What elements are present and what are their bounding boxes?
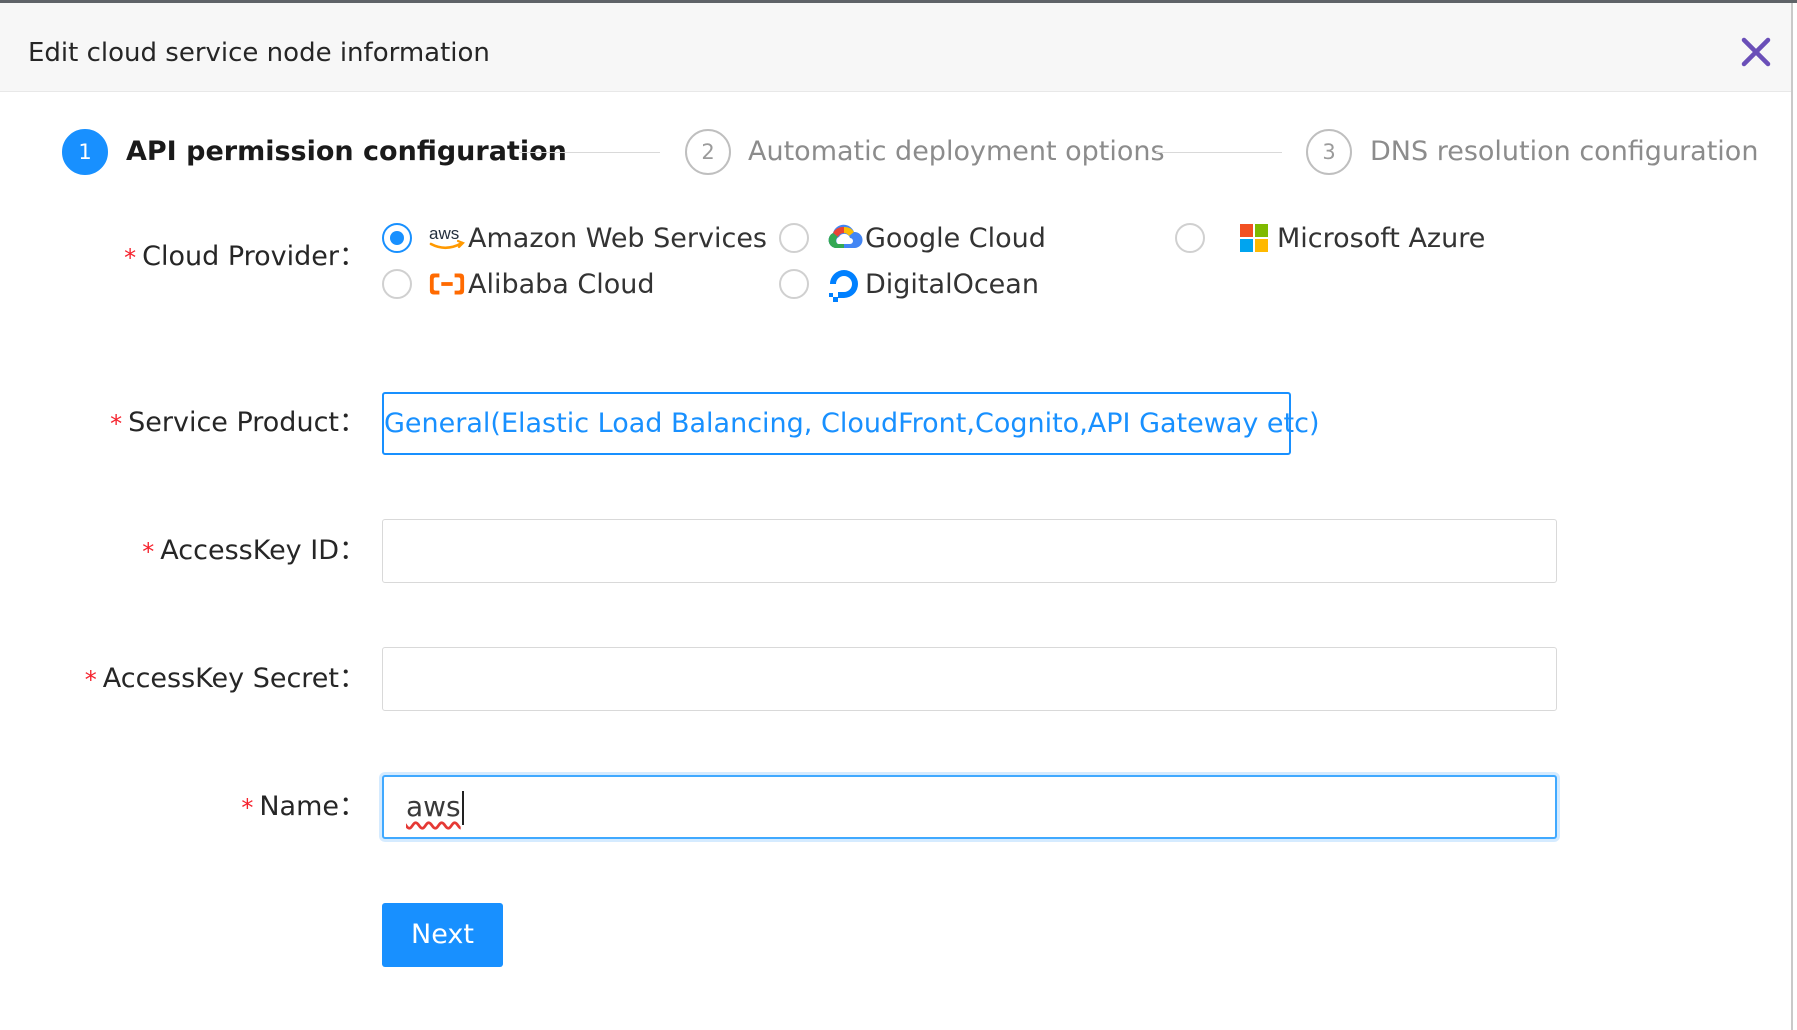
required-mark: *: [84, 666, 97, 694]
close-x-icon: [1741, 37, 1771, 67]
required-mark: *: [241, 794, 254, 822]
step-2-circle: 2: [685, 129, 731, 175]
step-connector: [519, 152, 660, 153]
radio-microsoft-azure[interactable]: Microsoft Azure: [1175, 219, 1485, 257]
radio-digitalocean[interactable]: DigitalOcean: [779, 265, 1039, 303]
next-button[interactable]: Next: [382, 903, 503, 967]
label-colon: ：: [339, 407, 366, 438]
name-label: * Name：: [241, 789, 366, 825]
radio-label: Alibaba Cloud: [468, 268, 655, 300]
step-2-title: Automatic deployment options: [748, 136, 1165, 167]
radio-indicator: [779, 223, 809, 253]
name-input-value: aws: [406, 790, 461, 823]
step-1-circle: 1: [62, 129, 108, 175]
access-key-id-label: * AccessKey ID：: [142, 533, 366, 569]
cloud-provider-label-text: Cloud Provider: [142, 241, 339, 272]
label-colon: ：: [339, 535, 366, 566]
radio-indicator: [1175, 223, 1205, 253]
text-caret: [461, 791, 464, 825]
label-colon: ：: [339, 663, 366, 694]
radio-indicator: [382, 269, 412, 299]
google-cloud-icon: [825, 219, 863, 257]
step-3-circle: 3: [1306, 129, 1352, 175]
step-connector: [1156, 152, 1282, 153]
access-key-id-input[interactable]: [382, 519, 1557, 583]
radio-aws[interactable]: aws Amazon Web Services: [382, 219, 767, 257]
access-key-secret-input[interactable]: [382, 647, 1557, 711]
radio-alibaba-cloud[interactable]: Alibaba Cloud: [382, 265, 655, 303]
radio-indicator-checked: [382, 223, 412, 253]
access-key-id-label-text: AccessKey ID: [160, 535, 339, 566]
svg-text:aws: aws: [429, 224, 459, 243]
scrollbar-edge: [1791, 3, 1797, 1030]
dialog-title: Edit cloud service node information: [28, 38, 490, 68]
alibaba-cloud-icon: [428, 265, 466, 303]
name-label-text: Name: [259, 791, 339, 822]
edit-node-dialog: Edit cloud service node information 1 AP…: [0, 0, 1797, 1030]
radio-label: Google Cloud: [865, 222, 1046, 254]
required-mark: *: [110, 410, 123, 438]
radio-google-cloud[interactable]: Google Cloud: [779, 219, 1046, 257]
close-button[interactable]: [1738, 34, 1774, 70]
step-1-title: API permission configuration: [126, 136, 567, 167]
radio-label: DigitalOcean: [865, 268, 1039, 300]
radio-label: Amazon Web Services: [468, 222, 768, 254]
cloud-provider-label: * Cloud Provider：: [124, 239, 366, 275]
aws-icon: aws: [428, 219, 466, 257]
required-mark: *: [124, 244, 137, 272]
access-key-secret-label: * AccessKey Secret：: [85, 661, 366, 697]
label-colon: ：: [339, 791, 366, 822]
service-product-button[interactable]: General(Elastic Load Balancing, CloudFro…: [382, 392, 1320, 455]
radio-indicator: [779, 269, 809, 299]
radio-label: Microsoft Azure: [1277, 222, 1486, 254]
digitalocean-icon: [825, 265, 863, 303]
dialog-header: Edit cloud service node information: [0, 3, 1791, 92]
required-mark: *: [142, 538, 155, 566]
step-3-title: DNS resolution configuration: [1370, 136, 1759, 167]
access-key-secret-label-text: AccessKey Secret: [102, 663, 339, 694]
microsoft-icon: [1239, 219, 1269, 257]
label-colon: ：: [339, 241, 366, 272]
service-product-label-text: Service Product: [128, 407, 339, 438]
service-product-label: * Service Product：: [110, 405, 366, 441]
name-input[interactable]: aws: [382, 775, 1557, 839]
